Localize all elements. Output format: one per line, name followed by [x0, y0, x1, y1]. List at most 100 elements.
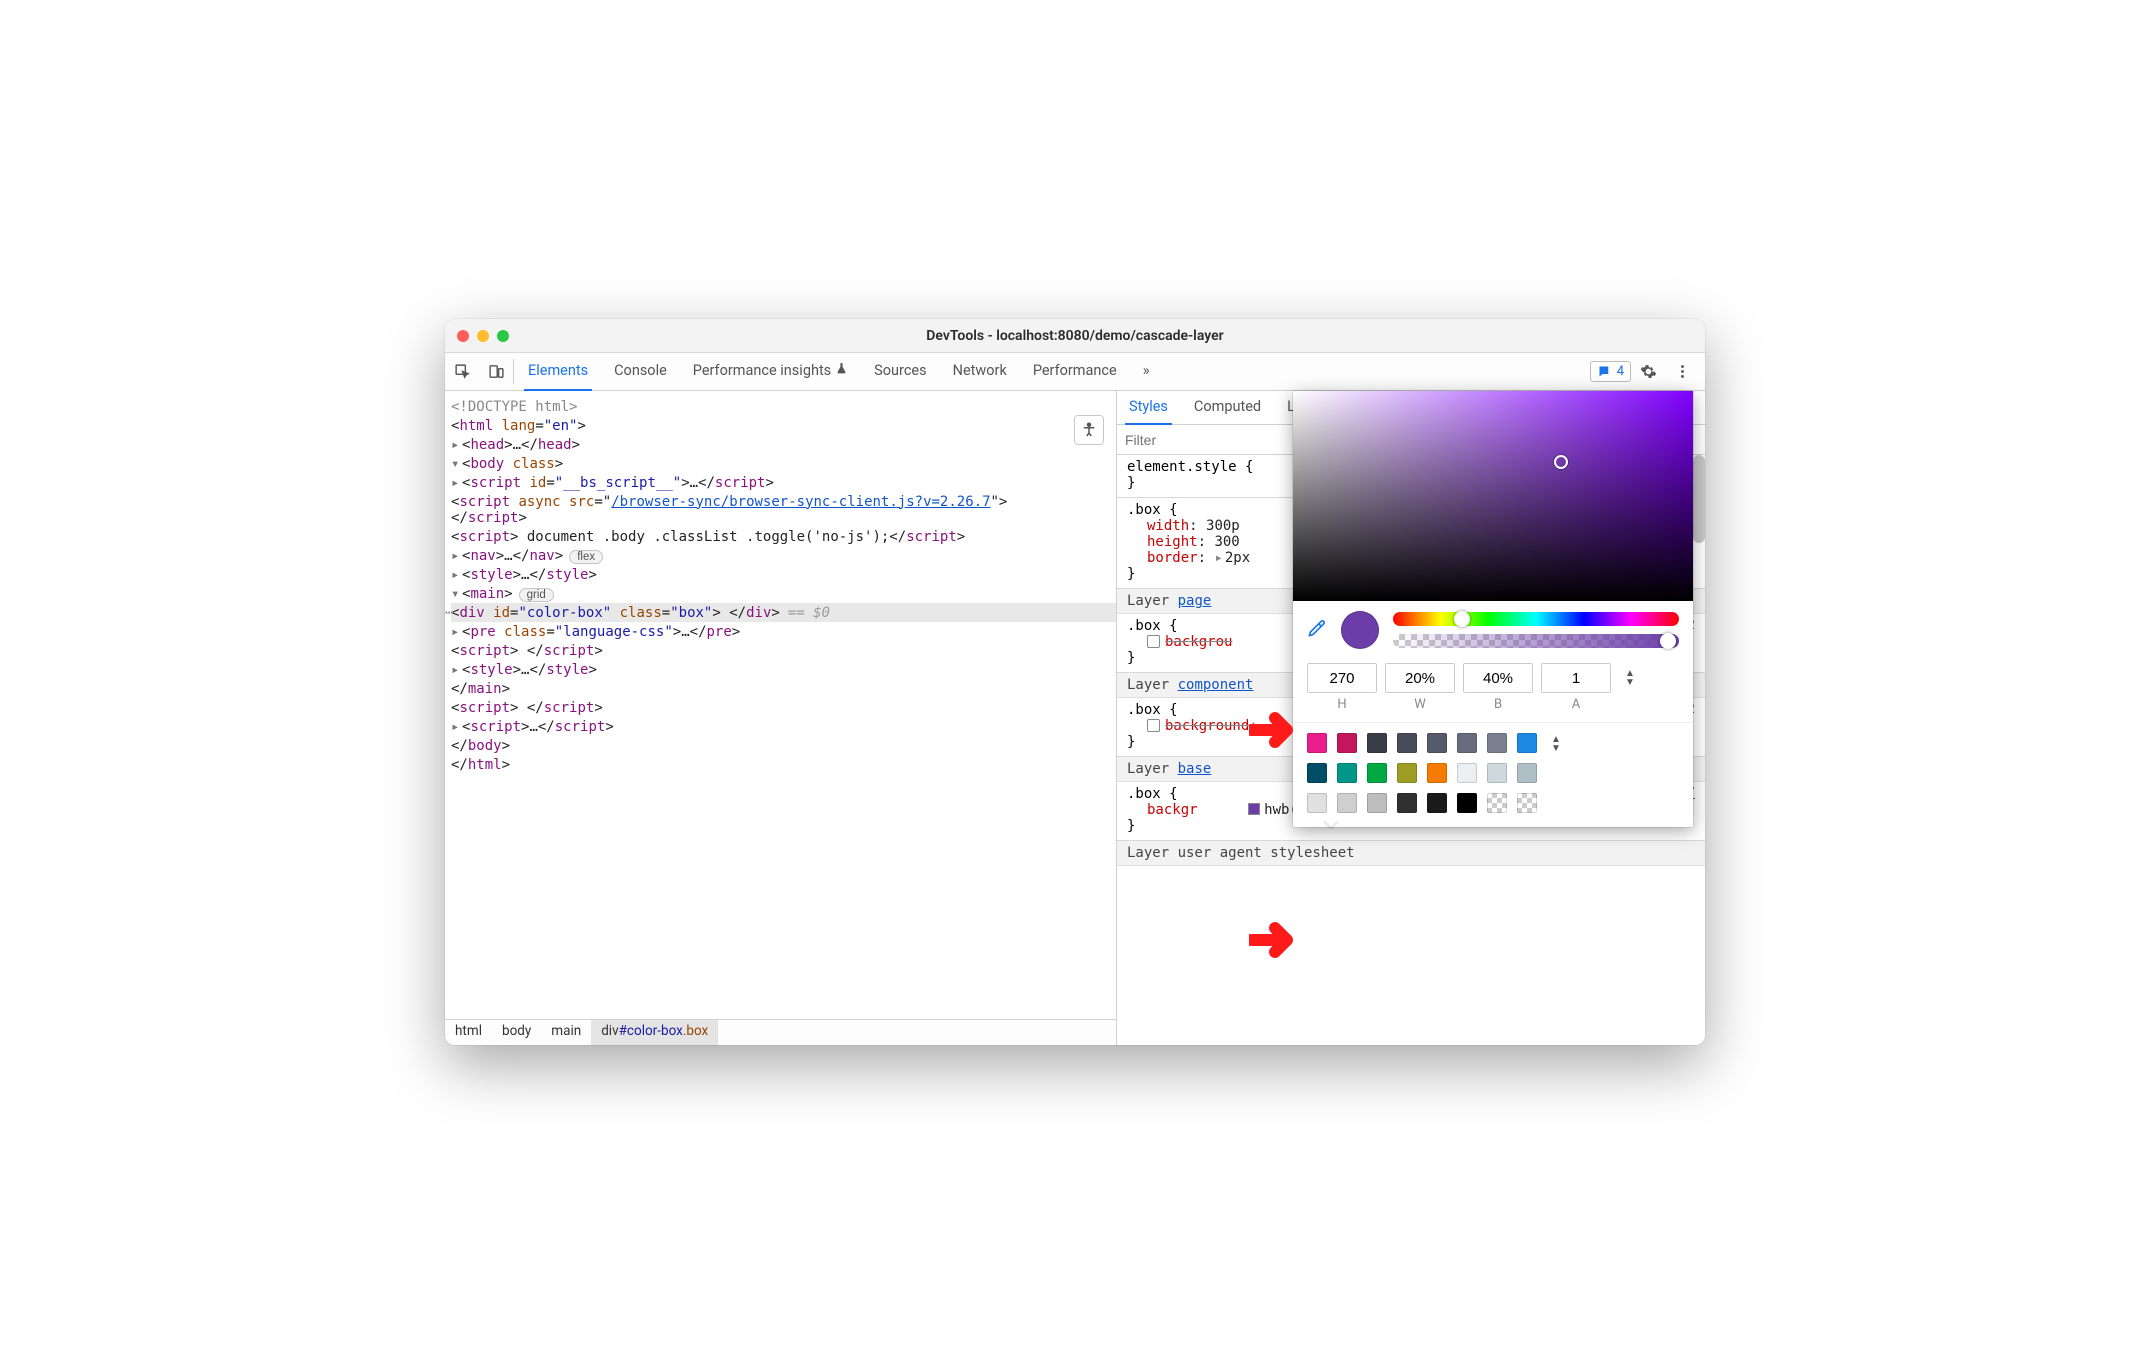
html-open[interactable]: <html lang="en"> [451, 416, 1116, 435]
hwb-h-input[interactable] [1307, 663, 1377, 693]
script-node-4[interactable]: ▸<script>…</script> [451, 717, 1116, 736]
palette-swatch[interactable] [1487, 763, 1507, 783]
palette-swatch[interactable] [1457, 793, 1477, 813]
palette-swatch[interactable] [1517, 793, 1537, 813]
palette-swatch[interactable] [1367, 733, 1387, 753]
crumb-selected[interactable]: div#color-box.box [591, 1020, 718, 1045]
crumb-main[interactable]: main [541, 1020, 591, 1045]
layout-badge-flex[interactable]: flex [569, 550, 603, 564]
tab-sources[interactable]: Sources [870, 353, 930, 391]
crumb-body[interactable]: body [492, 1020, 541, 1045]
alpha-handle[interactable] [1660, 633, 1676, 649]
body-close[interactable]: </body> [451, 736, 1116, 755]
main-close[interactable]: </main> [451, 679, 1116, 698]
palette-swatch[interactable] [1487, 793, 1507, 813]
selected-div-node[interactable]: <div id="color-box" class="box"> </div>=… [451, 603, 1116, 622]
tab-console[interactable]: Console [610, 353, 671, 391]
minimize-window-button[interactable] [477, 330, 489, 342]
tab-network[interactable]: Network [949, 353, 1011, 391]
more-icon[interactable] [1665, 353, 1699, 391]
hwb-labels: H W B A [1293, 697, 1693, 722]
palette-swatch[interactable] [1517, 733, 1537, 753]
palette-swatch[interactable] [1337, 793, 1357, 813]
palette-swatch[interactable] [1427, 763, 1447, 783]
element-style-selector[interactable]: element.style [1127, 459, 1237, 475]
palette-swatch[interactable] [1307, 793, 1327, 813]
panel-tabs: Elements Console Performance insights So… [524, 353, 1590, 391]
palette-swatch[interactable] [1487, 733, 1507, 753]
close-window-button[interactable] [457, 330, 469, 342]
tab-elements[interactable]: Elements [524, 353, 592, 391]
body-open[interactable]: ▾<body class> [451, 454, 1116, 473]
palette-swatch[interactable] [1397, 733, 1417, 753]
dom-tree[interactable]: <!DOCTYPE html> <html lang="en"> ▸<head>… [445, 391, 1116, 1019]
palette-grid [1307, 733, 1537, 813]
palette-swatch[interactable] [1427, 733, 1447, 753]
tab-performance[interactable]: Performance [1029, 353, 1121, 391]
toggle-checkbox[interactable] [1147, 719, 1160, 732]
tabs-overflow-icon[interactable]: » [1139, 353, 1154, 391]
palette-swatch[interactable] [1397, 793, 1417, 813]
crumb-html[interactable]: html [445, 1020, 492, 1045]
html-close[interactable]: </html> [451, 755, 1116, 774]
palette-swatch[interactable] [1427, 793, 1447, 813]
style-node-1[interactable]: ▸<style>…</style> [451, 565, 1116, 584]
hwb-a-input[interactable] [1541, 663, 1611, 693]
layout-badge-grid[interactable]: grid [519, 588, 554, 602]
tab-perf-insights[interactable]: Performance insights [689, 353, 852, 391]
layer-ua-header: Layer user agent stylesheet [1117, 841, 1705, 866]
nav-node[interactable]: ▸<nav>…</nav>flex [451, 546, 1116, 565]
palette-swatch[interactable] [1337, 733, 1357, 753]
main-area: <!DOCTYPE html> <html lang="en"> ▸<head>… [445, 391, 1705, 1045]
subtab-computed[interactable]: Computed [1190, 391, 1265, 425]
hwb-b-input[interactable] [1463, 663, 1533, 693]
device-toolbar-icon[interactable] [479, 353, 513, 391]
titlebar: DevTools - localhost:8080/demo/cascade-l… [445, 319, 1705, 353]
alpha-slider[interactable] [1393, 634, 1679, 648]
main-open[interactable]: ▾<main>grid [451, 584, 1116, 603]
eyedropper-icon[interactable] [1307, 618, 1327, 642]
color-swatch[interactable] [1248, 803, 1260, 815]
color-palette: ▲▼ [1293, 722, 1693, 827]
format-switch-icon[interactable]: ▲▼ [1625, 669, 1635, 687]
hwb-w-input[interactable] [1385, 663, 1455, 693]
palette-swatch[interactable] [1307, 733, 1327, 753]
toggle-checkbox[interactable] [1147, 635, 1160, 648]
subtab-styles[interactable]: Styles [1125, 391, 1172, 425]
script-node-2[interactable]: <script> </script> [451, 641, 1116, 660]
palette-swatch[interactable] [1367, 793, 1387, 813]
palette-swatch[interactable] [1367, 763, 1387, 783]
annotation-arrow-1 [1249, 709, 1305, 755]
palette-swatch[interactable] [1337, 763, 1357, 783]
palette-swatch[interactable] [1517, 763, 1537, 783]
doctype-node[interactable]: <!DOCTYPE html> [451, 397, 1116, 416]
settings-icon[interactable] [1631, 353, 1665, 391]
palette-swatch[interactable] [1397, 763, 1417, 783]
hue-slider[interactable] [1393, 612, 1679, 626]
palette-swatch[interactable] [1457, 763, 1477, 783]
head-node[interactable]: ▸<head>…</head> [451, 435, 1116, 454]
breadcrumb: html body main div#color-box.box [445, 1019, 1116, 1045]
zoom-window-button[interactable] [497, 330, 509, 342]
palette-swatch[interactable] [1307, 763, 1327, 783]
main-toolbar: Elements Console Performance insights So… [445, 353, 1705, 391]
pre-node[interactable]: ▸<pre class="language-css">…</pre> [451, 622, 1116, 641]
palette-swatch[interactable] [1457, 733, 1477, 753]
annotation-arrow-2 [1249, 919, 1305, 965]
sv-handle[interactable] [1554, 455, 1568, 469]
script-toggle[interactable]: <script> document .body .classList .togg… [451, 527, 1011, 546]
inspect-element-icon[interactable] [445, 353, 479, 391]
palette-switch-icon[interactable]: ▲▼ [1551, 735, 1561, 753]
color-picker-popover[interactable]: ▲▼ H W B A ▲▼ [1293, 391, 1693, 827]
script-bs[interactable]: ▸<script id="__bs_script__">…</script> [451, 473, 1116, 492]
style-node-2[interactable]: ▸<style>…</style> [451, 660, 1116, 679]
current-color-swatch [1341, 611, 1379, 649]
window-title: DevTools - localhost:8080/demo/cascade-l… [445, 328, 1705, 344]
saturation-value-area[interactable] [1293, 391, 1693, 601]
accessibility-tree-icon[interactable] [1074, 415, 1104, 445]
script-node-3[interactable]: <script> </script> [451, 698, 1116, 717]
issues-badge[interactable]: 4 [1590, 361, 1631, 382]
hue-handle[interactable] [1454, 611, 1470, 627]
scrollbar-thumb[interactable] [1693, 455, 1705, 543]
script-browsersync[interactable]: <script async src="/browser-sync/browser… [451, 492, 1011, 527]
